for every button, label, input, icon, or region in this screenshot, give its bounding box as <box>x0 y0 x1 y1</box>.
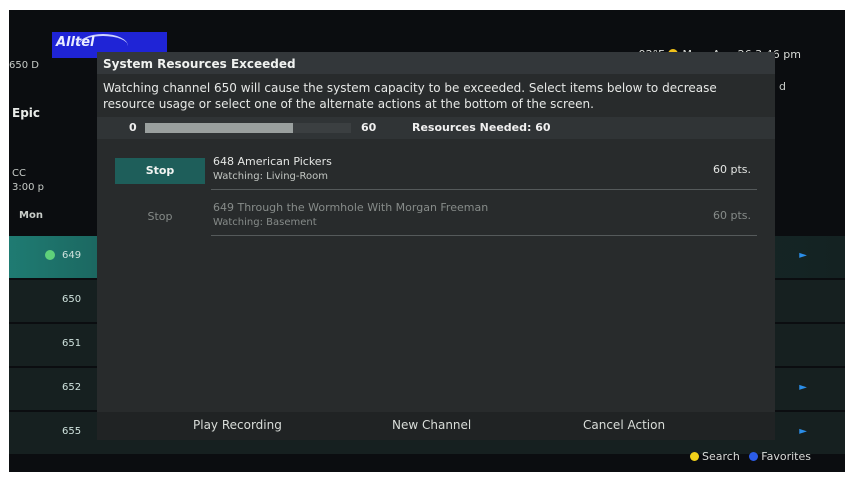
resource-meter: 0 60 Resources Needed: 60 <box>97 117 775 139</box>
item-points: 60 pts. <box>712 163 751 176</box>
recording-icon <box>45 250 55 260</box>
bg-time: 3:00 p <box>12 182 44 193</box>
resource-item: Stop 648 American Pickers Watching: Livi… <box>115 150 757 190</box>
item-program: 648 American Pickers <box>213 155 332 168</box>
divider <box>211 235 757 236</box>
item-points: 60 pts. <box>712 209 751 222</box>
channel-number: 652 <box>62 382 82 393</box>
bg-right-fragment: d <box>779 80 786 93</box>
channel-number: 651 <box>62 338 82 349</box>
resources-exceeded-dialog: System Resources Exceeded Watching chann… <box>97 52 775 440</box>
bg-channel-title: 650 D <box>9 60 39 71</box>
play-recording-button[interactable]: Play Recording <box>193 418 282 432</box>
bg-day: Mon <box>19 210 43 221</box>
arrow-right-icon: ► <box>799 426 807 437</box>
bg-cc: CC <box>12 168 26 179</box>
dialog-message: Watching channel 650 will cause the syst… <box>103 81 717 111</box>
logo-text: Alltel <box>56 35 95 50</box>
channel-number: 655 <box>62 426 82 437</box>
resource-item: Stop 649 Through the Wormhole With Morga… <box>115 196 757 236</box>
yellow-button-icon <box>690 452 699 461</box>
resources-needed: Resources Needed: 60 <box>412 121 551 134</box>
bg-program-title: Epic <box>12 106 41 120</box>
item-location: Watching: Living-Room <box>213 171 328 182</box>
resource-bar <box>145 123 351 133</box>
item-program: 649 Through the Wormhole With Morgan Fre… <box>213 201 489 214</box>
alternate-actions-bar: Play Recording New Channel Cancel Action <box>97 412 775 440</box>
channel-number: 650 <box>62 294 82 305</box>
dialog-title-bar: System Resources Exceeded <box>97 52 775 74</box>
tv-screen: Alltel 92°FMon, Aug 26 3:46 pm 650 D Epi… <box>9 10 845 472</box>
channel-number: 649 <box>62 250 82 261</box>
stop-button[interactable]: Stop <box>115 204 205 230</box>
new-channel-button[interactable]: New Channel <box>392 418 471 432</box>
resource-max: 60 <box>361 121 377 134</box>
legend-favorites: Favorites <box>761 450 811 463</box>
item-location: Watching: Basement <box>213 217 317 228</box>
arrow-right-icon: ► <box>799 250 807 261</box>
color-key-legend: Search Favorites <box>684 450 811 463</box>
dialog-title: System Resources Exceeded <box>103 57 296 71</box>
cancel-action-button[interactable]: Cancel Action <box>583 418 665 432</box>
stop-button[interactable]: Stop <box>115 158 205 184</box>
resource-min: 0 <box>129 121 137 134</box>
divider <box>211 189 757 190</box>
legend-search: Search <box>702 450 740 463</box>
blue-button-icon <box>749 452 759 461</box>
resource-bar-fill <box>145 123 294 133</box>
arrow-right-icon: ► <box>799 382 807 393</box>
